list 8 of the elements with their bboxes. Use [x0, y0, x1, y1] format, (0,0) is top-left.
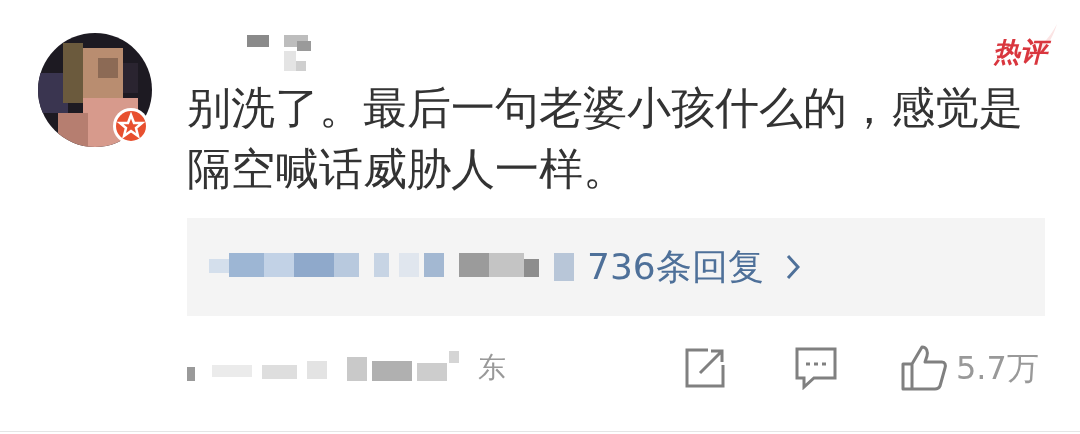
comment-icon[interactable] — [794, 346, 838, 390]
location-text: 东 — [478, 350, 506, 386]
view-replies-link[interactable]: 736条回复 — [587, 249, 800, 285]
share-icon[interactable] — [684, 347, 726, 389]
chevron-right-icon — [785, 254, 800, 280]
comment-text: 别洗了。最后一句老婆小孩什么的，感觉是隔空喊话威胁人一样。 — [187, 81, 1024, 196]
thumbs-up-icon[interactable] — [900, 344, 948, 392]
like-count: 5.7万 — [956, 348, 1039, 389]
